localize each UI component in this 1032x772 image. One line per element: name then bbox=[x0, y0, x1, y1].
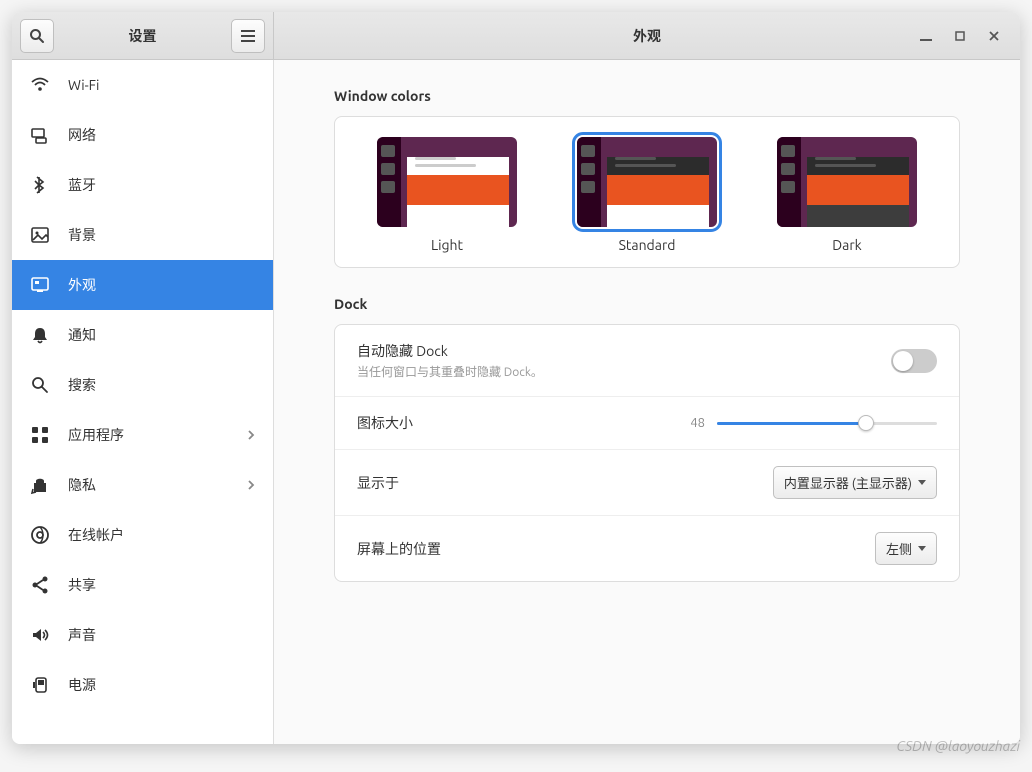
search-icon bbox=[29, 28, 45, 44]
sidebar-item-label: 电源 bbox=[68, 675, 96, 695]
theme-label: Dark bbox=[832, 237, 861, 253]
apps-icon bbox=[30, 425, 50, 445]
content-area: Window colors Light Standard Dark Dock 自… bbox=[274, 60, 1020, 744]
chevron-down-icon bbox=[918, 546, 926, 551]
sidebar[interactable]: Wi-Fi 网络蓝牙背景外观通知搜索应用程序隐私在线帐户共享声音电源 bbox=[12, 60, 274, 744]
icon-size-row: 图标大小 48 bbox=[335, 396, 959, 449]
wifi-icon bbox=[30, 75, 50, 95]
power-icon bbox=[30, 675, 50, 695]
theme-options: Light Standard Dark bbox=[335, 117, 959, 267]
minimize-icon bbox=[920, 30, 932, 42]
appearance-icon bbox=[30, 275, 50, 295]
theme-option-dark[interactable]: Dark bbox=[777, 137, 917, 253]
position-row: 屏幕上的位置 左侧 bbox=[335, 515, 959, 581]
maximize-button[interactable] bbox=[952, 28, 968, 44]
privacy-icon bbox=[30, 475, 50, 495]
icon-size-label: 图标大小 bbox=[357, 413, 677, 433]
sidebar-item-appearance[interactable]: 外观 bbox=[12, 260, 273, 310]
accounts-icon bbox=[30, 525, 50, 545]
theme-thumb-dark bbox=[777, 137, 917, 227]
sidebar-item-label: 通知 bbox=[68, 325, 96, 345]
show-on-value: 内置显示器 (主显示器) bbox=[784, 473, 912, 492]
theme-label: Light bbox=[431, 237, 463, 253]
settings-window: 设置 外观 Wi-Fi 网络蓝牙背景外观通知搜索应用程序隐私在线帐户共享声音电源 … bbox=[12, 12, 1020, 744]
chevron-down-icon bbox=[918, 480, 926, 485]
sidebar-item-label: 蓝牙 bbox=[68, 175, 96, 195]
sound-icon bbox=[30, 625, 50, 645]
theme-thumb-light bbox=[377, 137, 517, 227]
page-title: 外观 bbox=[633, 26, 661, 46]
maximize-icon bbox=[955, 31, 965, 41]
sidebar-item-label: Wi-Fi bbox=[68, 77, 99, 93]
menu-button[interactable] bbox=[231, 19, 265, 53]
sidebar-item-label: 共享 bbox=[68, 575, 96, 595]
sidebar-item-label: 在线帐户 bbox=[68, 525, 124, 545]
sidebar-item-notifications[interactable]: 通知 bbox=[12, 310, 273, 360]
auto-hide-switch[interactable] bbox=[891, 349, 937, 373]
window-body: Wi-Fi 网络蓝牙背景外观通知搜索应用程序隐私在线帐户共享声音电源 Window… bbox=[12, 60, 1020, 744]
theme-label: Standard bbox=[619, 237, 676, 253]
network-icon bbox=[30, 125, 50, 145]
sidebar-item-privacy[interactable]: 隐私 bbox=[12, 460, 273, 510]
show-on-dropdown[interactable]: 内置显示器 (主显示器) bbox=[773, 466, 937, 499]
titlebar-right: 外观 bbox=[274, 12, 1020, 59]
auto-hide-sub: 当任何窗口与其重叠时隐藏 Dock。 bbox=[357, 363, 891, 380]
sidebar-item-search[interactable]: 搜索 bbox=[12, 360, 273, 410]
auto-hide-label: 自动隐藏 Dock 当任何窗口与其重叠时隐藏 Dock。 bbox=[357, 341, 891, 380]
icon-size-slider[interactable] bbox=[717, 413, 937, 433]
section-title-dock: Dock bbox=[334, 296, 960, 312]
theme-option-standard[interactable]: Standard bbox=[577, 137, 717, 253]
sidebar-item-power[interactable]: 电源 bbox=[12, 660, 273, 710]
position-label: 屏幕上的位置 bbox=[357, 539, 875, 559]
sidebar-item-label: 声音 bbox=[68, 625, 96, 645]
auto-hide-title: 自动隐藏 Dock bbox=[357, 341, 891, 361]
sidebar-item-label: 网络 bbox=[68, 125, 96, 145]
chevron-right-icon bbox=[247, 429, 255, 441]
close-button[interactable] bbox=[986, 28, 1002, 44]
sidebar-title: 设置 bbox=[54, 26, 231, 46]
theme-thumb-standard bbox=[577, 137, 717, 227]
sidebar-item-label: 隐私 bbox=[68, 475, 96, 495]
titlebar-left: 设置 bbox=[12, 12, 274, 59]
sidebar-item-label: 背景 bbox=[68, 225, 96, 245]
search-icon bbox=[30, 375, 50, 395]
section-title-window-colors: Window colors bbox=[334, 88, 960, 104]
close-icon bbox=[988, 30, 1000, 42]
position-dropdown[interactable]: 左侧 bbox=[875, 532, 937, 565]
icon-size-value: 48 bbox=[677, 416, 705, 430]
sidebar-item-label: 外观 bbox=[68, 275, 96, 295]
sidebar-item-sound[interactable]: 声音 bbox=[12, 610, 273, 660]
watermark: CSDN @laoyouzhazi bbox=[896, 738, 1020, 754]
search-button[interactable] bbox=[20, 19, 54, 53]
sidebar-item-label: 搜索 bbox=[68, 375, 96, 395]
window-controls bbox=[918, 28, 1012, 44]
sidebar-item-bluetooth[interactable]: 蓝牙 bbox=[12, 160, 273, 210]
window-colors-panel: Light Standard Dark bbox=[334, 116, 960, 268]
hamburger-icon bbox=[241, 29, 255, 43]
chevron-right-icon bbox=[247, 479, 255, 491]
theme-option-light[interactable]: Light bbox=[377, 137, 517, 253]
show-on-row: 显示于 内置显示器 (主显示器) bbox=[335, 449, 959, 515]
dock-panel: 自动隐藏 Dock 当任何窗口与其重叠时隐藏 Dock。 图标大小 48 显示于… bbox=[334, 324, 960, 582]
share-icon bbox=[30, 575, 50, 595]
auto-hide-row: 自动隐藏 Dock 当任何窗口与其重叠时隐藏 Dock。 bbox=[335, 325, 959, 396]
sidebar-item-label: 应用程序 bbox=[68, 425, 124, 445]
bluetooth-icon bbox=[30, 175, 50, 195]
background-icon bbox=[30, 225, 50, 245]
sidebar-item-background[interactable]: 背景 bbox=[12, 210, 273, 260]
position-value: 左侧 bbox=[886, 539, 912, 558]
sidebar-item-accounts[interactable]: 在线帐户 bbox=[12, 510, 273, 560]
sidebar-item-apps[interactable]: 应用程序 bbox=[12, 410, 273, 460]
show-on-label: 显示于 bbox=[357, 473, 773, 493]
sidebar-item-network[interactable]: 网络 bbox=[12, 110, 273, 160]
minimize-button[interactable] bbox=[918, 28, 934, 44]
sidebar-item-share[interactable]: 共享 bbox=[12, 560, 273, 610]
titlebar: 设置 外观 bbox=[12, 12, 1020, 60]
notifications-icon bbox=[30, 325, 50, 345]
sidebar-item-wifi[interactable]: Wi-Fi bbox=[12, 60, 273, 110]
